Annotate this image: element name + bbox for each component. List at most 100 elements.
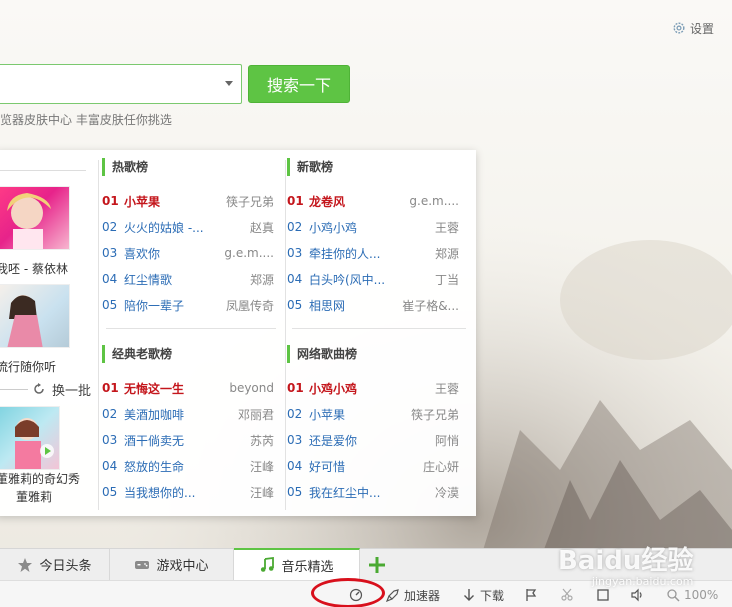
chart-title: 热歌榜 — [102, 158, 274, 176]
chart-title: 网络歌曲榜 — [287, 345, 459, 363]
rank: 03 — [102, 433, 118, 447]
song-title[interactable]: 火火的姑娘 -... — [124, 219, 212, 236]
add-tab-button[interactable] — [360, 549, 394, 580]
featured-caption-2[interactable]: 流行随你听 — [0, 358, 56, 375]
chart-row[interactable]: 02 火火的姑娘 -... 赵真 — [102, 214, 274, 240]
featured-caption-3[interactable]: 董雅莉的奇幻秀 — [0, 470, 80, 487]
flag-button[interactable] — [524, 585, 538, 605]
song-title[interactable]: 无悔这一生 — [124, 380, 212, 397]
artist[interactable]: 汪峰 — [212, 458, 274, 475]
chart-row[interactable]: 02 小鸡小鸡 王蓉 — [287, 214, 459, 240]
tab-headlines[interactable]: 今日头条 — [0, 549, 110, 580]
artist[interactable]: 阿悄 — [397, 432, 459, 449]
song-title[interactable]: 怒放的生命 — [124, 458, 212, 475]
accelerator-button[interactable]: 加速器 — [386, 585, 440, 605]
chart-row[interactable]: 01 无悔这一生 beyond — [102, 375, 274, 401]
song-title[interactable]: 相思网 — [309, 297, 397, 314]
chart-row[interactable]: 03 喜欢你 g.e.m.... — [102, 240, 274, 266]
song-title[interactable]: 当我想你的... — [124, 484, 212, 501]
chart-row[interactable]: 04 怒放的生命 汪峰 — [102, 453, 274, 479]
search-input[interactable] — [0, 65, 207, 103]
artist[interactable]: beyond — [212, 381, 274, 395]
song-title[interactable]: 美酒加咖啡 — [124, 406, 212, 423]
chart-row[interactable]: 03 牵挂你的人... 郑源 — [287, 240, 459, 266]
artist[interactable]: 郑源 — [212, 271, 274, 288]
artist[interactable]: 王蓉 — [397, 219, 459, 236]
download-label: 下载 — [480, 588, 505, 603]
song-title[interactable]: 陪你一辈子 — [124, 297, 212, 314]
song-title[interactable]: 小苹果 — [124, 193, 212, 210]
chart-row[interactable]: 03 还是爱你 阿悄 — [287, 427, 459, 453]
featured-cover-1[interactable] — [0, 186, 70, 250]
artist[interactable]: 苏芮 — [212, 432, 274, 449]
song-title[interactable]: 小苹果 — [309, 406, 397, 423]
featured-cover-3[interactable] — [0, 406, 60, 470]
zoom-label: 100% — [684, 588, 719, 602]
artist[interactable]: 郑源 — [397, 245, 459, 262]
song-title[interactable]: 牵挂你的人... — [309, 245, 397, 262]
rocket-icon — [386, 589, 399, 602]
featured-caption-1[interactable]: 我呸 - 蔡依林 — [0, 260, 68, 277]
chart-row[interactable]: 04 红尘情歌 郑源 — [102, 266, 274, 292]
artist[interactable]: 汪峰 — [212, 484, 274, 501]
tab-game-center[interactable]: 游戏中心 — [110, 549, 234, 580]
featured-artist-3[interactable]: 董雅莉 — [16, 488, 52, 505]
chart-row[interactable]: 02 小苹果 筷子兄弟 — [287, 401, 459, 427]
chart-row[interactable]: 01 小鸡小鸡 王蓉 — [287, 375, 459, 401]
artist[interactable]: 崔子格&... — [397, 297, 459, 314]
zoom-button[interactable]: 100% — [666, 585, 718, 605]
window-button[interactable] — [596, 585, 610, 605]
change-batch-button[interactable]: 换一批 — [0, 380, 92, 399]
search-box[interactable] — [0, 64, 242, 104]
featured-cover-2[interactable] — [0, 284, 70, 348]
music-note-icon — [261, 557, 275, 572]
classic-chart: 经典老歌榜 01 无悔这一生 beyond 02 美酒加咖啡 邓丽君 03 酒干倘卖无 苏芮… — [102, 345, 274, 505]
volume-button[interactable] — [630, 585, 644, 605]
chart-row[interactable]: 05 陪你一辈子 凤凰传奇 — [102, 292, 274, 318]
song-title[interactable]: 龙卷风 — [309, 193, 397, 210]
search-button[interactable]: 搜索一下 — [248, 65, 350, 103]
artist[interactable]: 庄心妍 — [397, 458, 459, 475]
artist[interactable]: 赵真 — [212, 219, 274, 236]
watermark-url: jingyan.baidu.com — [591, 575, 694, 588]
artist[interactable]: g.e.m.... — [397, 194, 459, 208]
artist[interactable]: 丁当 — [397, 271, 459, 288]
song-title[interactable]: 好可惜 — [309, 458, 397, 475]
chart-row[interactable]: 05 当我想你的... 汪峰 — [102, 479, 274, 505]
chart-row[interactable]: 01 龙卷风 g.e.m.... — [287, 188, 459, 214]
artist[interactable]: g.e.m.... — [212, 246, 274, 260]
song-title[interactable]: 白头吟(风中... — [309, 271, 397, 288]
song-title[interactable]: 喜欢你 — [124, 245, 212, 262]
rank: 05 — [287, 485, 303, 499]
song-title[interactable]: 我在红尘中... — [309, 484, 397, 501]
artist[interactable]: 筷子兄弟 — [212, 193, 274, 210]
rank: 05 — [102, 298, 118, 312]
chart-row[interactable]: 04 白头吟(风中... 丁当 — [287, 266, 459, 292]
song-title[interactable]: 红尘情歌 — [124, 271, 212, 288]
chart-row[interactable]: 02 美酒加咖啡 邓丽君 — [102, 401, 274, 427]
song-title[interactable]: 小鸡小鸡 — [309, 380, 397, 397]
dropdown-arrow-icon[interactable] — [225, 81, 233, 86]
screenshot-button[interactable] — [560, 585, 574, 605]
rank: 03 — [102, 246, 118, 260]
download-arrow-icon — [464, 589, 474, 601]
song-title[interactable]: 还是爱你 — [309, 432, 397, 449]
artist[interactable]: 凤凰传奇 — [212, 297, 274, 314]
chart-row[interactable]: 04 好可惜 庄心妍 — [287, 453, 459, 479]
accelerator-label: 加速器 — [404, 588, 441, 603]
song-title[interactable]: 小鸡小鸡 — [309, 219, 397, 236]
artist[interactable]: 王蓉 — [397, 380, 459, 397]
artist[interactable]: 邓丽君 — [212, 406, 274, 423]
chart-row[interactable]: 01 小苹果 筷子兄弟 — [102, 188, 274, 214]
chart-row[interactable]: 05 我在红尘中... 冷漠 — [287, 479, 459, 505]
song-title[interactable]: 酒干倘卖无 — [124, 432, 212, 449]
tab-music[interactable]: 音乐精选 — [234, 548, 360, 580]
chart-row[interactable]: 03 酒干倘卖无 苏芮 — [102, 427, 274, 453]
artist[interactable]: 筷子兄弟 — [397, 406, 459, 423]
chart-row[interactable]: 05 相思网 崔子格&... — [287, 292, 459, 318]
rank: 04 — [287, 459, 303, 473]
download-button[interactable]: 下载 — [462, 585, 504, 605]
featured-column: 我呸 - 蔡依林 流行随你听 换一批 董雅莉的奇幻秀 董雅莉 — [0, 150, 96, 516]
artist[interactable]: 冷漠 — [397, 484, 459, 501]
settings-button[interactable]: 设置 — [672, 18, 714, 38]
